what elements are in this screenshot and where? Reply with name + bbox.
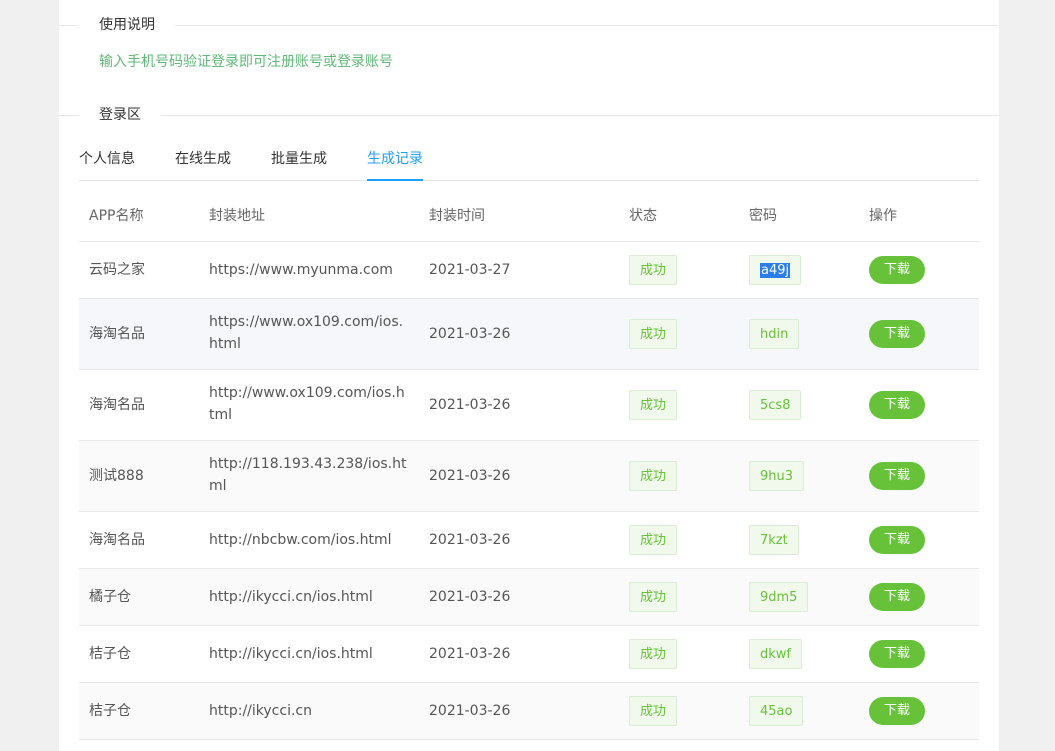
header-action: 操作 bbox=[869, 208, 897, 224]
url-cell: http://ikycci.cn/ios.html bbox=[209, 589, 373, 605]
password-badge: 7kzt bbox=[749, 525, 799, 555]
password-badge: 45ao bbox=[749, 696, 804, 726]
url-cell: http://118.193.43.238/ios.html bbox=[209, 456, 407, 494]
date-cell: 2021-03-26 bbox=[429, 326, 511, 342]
app-name-cell: 桔子仓 bbox=[89, 703, 131, 719]
download-button[interactable]: 下载 bbox=[869, 462, 925, 490]
header-date: 封装时间 bbox=[429, 208, 485, 224]
password-text[interactable]: a49j bbox=[760, 263, 791, 278]
status-badge: 成功 bbox=[629, 639, 678, 669]
table-row: 橘子仓 http://ikycci.cn/ios.html 2021-03-26… bbox=[79, 569, 979, 626]
tab-bar: 个人信息 在线生成 批量生成 生成记录 bbox=[79, 140, 979, 181]
records-table: APP名称 封装地址 封装时间 状态 密码 操作 云码之家 https://ww… bbox=[79, 192, 979, 740]
header-app-name: APP名称 bbox=[89, 208, 144, 224]
divider bbox=[59, 115, 999, 116]
url-cell: https://www.myunma.com bbox=[209, 262, 393, 278]
url-cell: http://ikycci.cn bbox=[209, 703, 312, 719]
table-row: 测试888 http://118.193.43.238/ios.html 202… bbox=[79, 441, 979, 512]
date-cell: 2021-03-26 bbox=[429, 589, 511, 605]
header-url: 封装地址 bbox=[209, 208, 265, 224]
tab-batch-generate[interactable]: 批量生成 bbox=[271, 140, 327, 179]
table-row: 海淘名品 http://nbcbw.com/ios.html 2021-03-2… bbox=[79, 512, 979, 569]
status-badge: 成功 bbox=[629, 255, 678, 285]
app-name-cell: 橘子仓 bbox=[89, 589, 131, 605]
download-button[interactable]: 下载 bbox=[869, 391, 925, 419]
status-badge: 成功 bbox=[629, 390, 678, 420]
tab-personal-info[interactable]: 个人信息 bbox=[79, 140, 135, 179]
date-cell: 2021-03-26 bbox=[429, 703, 511, 719]
header-password: 密码 bbox=[749, 208, 777, 224]
download-button[interactable]: 下载 bbox=[869, 697, 925, 725]
login-section-title: 登录区 bbox=[79, 104, 161, 126]
date-cell: 2021-03-26 bbox=[429, 397, 511, 413]
status-badge: 成功 bbox=[629, 525, 678, 555]
table-header: APP名称 封装地址 封装时间 状态 密码 操作 bbox=[79, 192, 979, 242]
date-cell: 2021-03-26 bbox=[429, 646, 511, 662]
download-button[interactable]: 下载 bbox=[869, 526, 925, 554]
tab-generate-records[interactable]: 生成记录 bbox=[367, 140, 423, 181]
password-badge: 9hu3 bbox=[749, 461, 805, 491]
password-badge: hdin bbox=[749, 319, 800, 349]
download-button[interactable]: 下载 bbox=[869, 583, 925, 611]
url-cell: http://nbcbw.com/ios.html bbox=[209, 532, 392, 548]
status-badge: 成功 bbox=[629, 461, 678, 491]
usage-section-title: 使用说明 bbox=[79, 14, 175, 36]
download-button[interactable]: 下载 bbox=[869, 640, 925, 668]
usage-section-header: 使用说明 bbox=[59, 0, 999, 36]
usage-instruction-text: 输入手机号码验证登录即可注册账号或登录账号 bbox=[99, 54, 393, 70]
table-row: 桔子仓 http://ikycci.cn/ios.html 2021-03-26… bbox=[79, 626, 979, 683]
login-section-header: 登录区 bbox=[59, 90, 999, 126]
url-cell: http://ikycci.cn/ios.html bbox=[209, 646, 373, 662]
app-name-cell: 海淘名品 bbox=[89, 532, 145, 548]
app-name-cell: 海淘名品 bbox=[89, 397, 145, 413]
password-badge: 5cs8 bbox=[749, 390, 802, 420]
download-button[interactable]: 下载 bbox=[869, 320, 925, 348]
table-row: 海淘名品 https://www.ox109.com/ios.html 2021… bbox=[79, 299, 979, 370]
download-button[interactable]: 下载 bbox=[869, 256, 925, 284]
header-status: 状态 bbox=[629, 208, 657, 224]
password-badge: a49j bbox=[749, 255, 802, 285]
status-badge: 成功 bbox=[629, 696, 678, 726]
url-cell: https://www.ox109.com/ios.html bbox=[209, 314, 404, 352]
app-name-cell: 测试888 bbox=[89, 468, 144, 484]
password-badge: 9dm5 bbox=[749, 582, 809, 612]
url-cell: http://www.ox109.com/ios.html bbox=[209, 385, 405, 423]
table-row: 云码之家 https://www.myunma.com 2021-03-27 成… bbox=[79, 242, 979, 299]
status-badge: 成功 bbox=[629, 582, 678, 612]
app-name-cell: 云码之家 bbox=[89, 262, 145, 278]
main-panel: 使用说明 输入手机号码验证登录即可注册账号或登录账号 登录区 个人信息 在线生成… bbox=[59, 0, 999, 751]
date-cell: 2021-03-26 bbox=[429, 532, 511, 548]
table-row: 海淘名品 http://www.ox109.com/ios.html 2021-… bbox=[79, 370, 979, 441]
table-row: 桔子仓 http://ikycci.cn 2021-03-26 成功 45ao … bbox=[79, 683, 979, 740]
divider bbox=[59, 25, 999, 26]
tab-online-generate[interactable]: 在线生成 bbox=[175, 140, 231, 179]
date-cell: 2021-03-26 bbox=[429, 468, 511, 484]
password-badge: dkwf bbox=[749, 639, 802, 669]
app-name-cell: 海淘名品 bbox=[89, 326, 145, 342]
status-badge: 成功 bbox=[629, 319, 678, 349]
date-cell: 2021-03-27 bbox=[429, 262, 511, 278]
app-name-cell: 桔子仓 bbox=[89, 646, 131, 662]
